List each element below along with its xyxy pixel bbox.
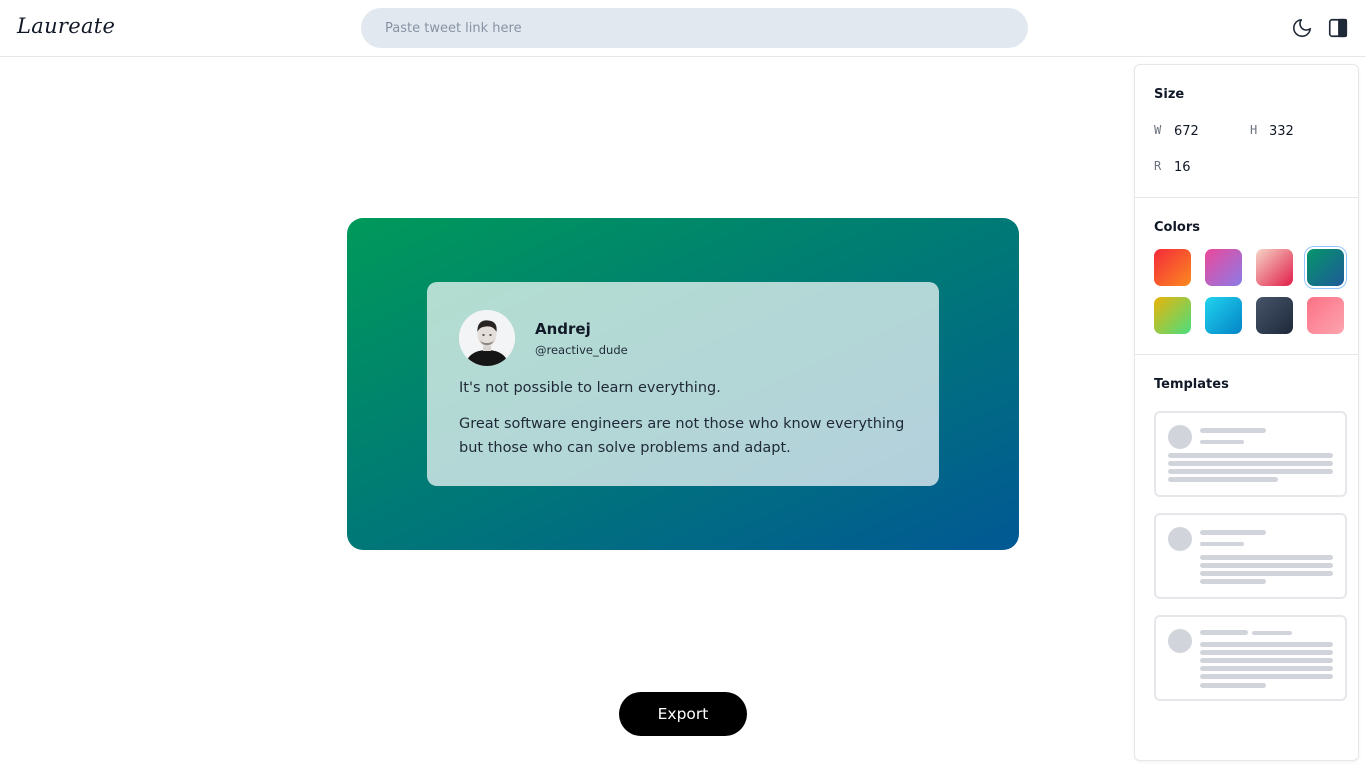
avatar: [459, 310, 515, 366]
tweet-link-input[interactable]: [361, 8, 1028, 48]
sidebar-panel-icon: [1328, 18, 1348, 38]
templates-section-title: Templates: [1154, 377, 1229, 392]
divider: [1135, 354, 1358, 355]
app-logo[interactable]: Laureate: [17, 14, 115, 38]
size-section-title: Size: [1154, 87, 1185, 102]
template-option-2[interactable]: [1154, 513, 1347, 599]
tweet-canvas: Andrej @reactive_dude It's not possible …: [347, 218, 1019, 550]
template-line: [1200, 530, 1266, 535]
colors-section-title: Colors: [1154, 220, 1201, 235]
template-option-3[interactable]: [1154, 615, 1347, 701]
template-line: [1168, 461, 1333, 466]
template-avatar-placeholder: [1168, 425, 1192, 449]
tweet-author-handle: @reactive_dude: [535, 343, 628, 357]
template-line: [1200, 666, 1333, 671]
height-label: H: [1250, 123, 1258, 137]
tweet-body: It's not possible to learn everything. G…: [459, 376, 909, 472]
template-avatar-placeholder: [1168, 527, 1192, 551]
template-line: [1200, 683, 1266, 688]
template-line: [1168, 453, 1333, 458]
radius-input[interactable]: [1174, 157, 1234, 177]
template-avatar-placeholder: [1168, 629, 1192, 653]
color-swatch[interactable]: [1205, 249, 1242, 286]
template-line: [1200, 542, 1244, 546]
template-line: [1200, 642, 1333, 647]
tweet-paragraph: Great software engineers are not those w…: [459, 416, 905, 456]
template-line: [1252, 631, 1292, 635]
sidebar-toggle[interactable]: [1326, 16, 1350, 40]
template-line: [1200, 555, 1333, 560]
color-swatch[interactable]: [1256, 297, 1293, 334]
tweet-author-name: Andrej: [535, 320, 591, 338]
top-bar: Laureate: [0, 0, 1366, 57]
divider: [1135, 197, 1358, 198]
radius-label: R: [1154, 159, 1162, 173]
color-swatch[interactable]: [1154, 297, 1191, 334]
template-line: [1200, 658, 1333, 663]
template-line: [1200, 630, 1248, 635]
color-swatch[interactable]: [1307, 297, 1344, 334]
settings-sidebar: Size W H R Colors Templates: [1134, 64, 1359, 761]
width-input[interactable]: [1174, 121, 1234, 141]
tweet-paragraph: It's not possible to learn everything.: [459, 380, 721, 396]
template-line: [1200, 650, 1333, 655]
color-swatch[interactable]: [1307, 249, 1344, 286]
template-line: [1168, 469, 1333, 474]
export-button[interactable]: Export: [619, 692, 747, 736]
color-swatch[interactable]: [1205, 297, 1242, 334]
height-input[interactable]: [1269, 121, 1329, 141]
template-line: [1200, 674, 1333, 679]
moon-icon: [1293, 18, 1312, 37]
template-line: [1200, 563, 1333, 568]
template-line: [1200, 571, 1333, 576]
color-swatch[interactable]: [1256, 249, 1293, 286]
template-line: [1168, 477, 1278, 482]
tweet-card: Andrej @reactive_dude It's not possible …: [427, 282, 939, 486]
color-swatch[interactable]: [1154, 249, 1191, 286]
template-line: [1200, 428, 1266, 433]
template-option-1[interactable]: [1154, 411, 1347, 497]
dark-mode-toggle[interactable]: [1290, 16, 1314, 40]
width-label: W: [1154, 123, 1162, 137]
template-line: [1200, 579, 1266, 584]
template-line: [1200, 440, 1244, 444]
